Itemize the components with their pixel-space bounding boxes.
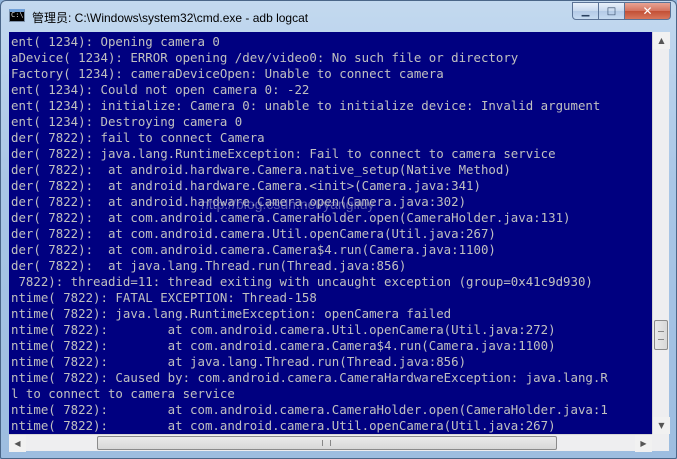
console-line: ntime( 7822): FATAL EXCEPTION: Thread-15…	[11, 290, 317, 305]
scroll-right-button[interactable]: ▶	[635, 435, 652, 452]
console-line: der( 7822): at com.android.camera.Camera…	[11, 242, 496, 257]
console-line: der( 7822): java.lang.RuntimeException: …	[11, 146, 556, 161]
console-line: ntime( 7822): at com.android.camera.Util…	[11, 418, 556, 433]
console-line: ntime( 7822): at com.android.camera.Util…	[11, 322, 556, 337]
console-line: ntime( 7822): at com.android.camera.Came…	[11, 402, 608, 417]
console-line: der( 7822): at com.android.camera.Camera…	[11, 210, 571, 225]
arrow-down-icon: ▼	[658, 421, 665, 430]
cmd-window: 管理员: C:\Windows\system32\cmd.exe - adb l…	[0, 0, 677, 459]
console-line: der( 7822): at java.lang.Thread.run(Thre…	[11, 258, 407, 273]
maximize-icon: □	[606, 5, 617, 17]
horizontal-scroll-thumb[interactable]	[97, 436, 557, 450]
console-line: ent( 1234): Opening camera 0	[11, 34, 220, 49]
scroll-down-button[interactable]: ▼	[653, 417, 670, 434]
arrow-right-icon: ▶	[640, 439, 647, 448]
console-line: ntime( 7822): Caused by: com.android.cam…	[11, 370, 608, 385]
vertical-scroll-thumb[interactable]	[654, 320, 668, 350]
console-line: ntime( 7822): java.lang.RuntimeException…	[11, 306, 452, 321]
maximize-button[interactable]: □	[599, 2, 625, 20]
arrow-left-icon: ◀	[14, 439, 21, 448]
console-line: der( 7822): fail to connect Camera	[11, 130, 265, 145]
scrollbar-corner	[652, 434, 669, 451]
console-line: der( 7822): at android.hardware.Camera.<…	[11, 178, 481, 193]
scroll-left-button[interactable]: ◀	[9, 435, 26, 452]
console-line: l to connect to camera service	[11, 386, 235, 401]
scroll-up-button[interactable]: ▲	[653, 32, 670, 49]
close-icon: ✕	[642, 4, 653, 18]
vertical-scrollbar[interactable]: ▲ ▼	[652, 32, 670, 434]
console-line: 7822): threadid=11: thread exiting with …	[11, 274, 593, 289]
console-line: aDevice( 1234): ERROR opening /dev/video…	[11, 50, 519, 65]
minimize-icon: ▁	[581, 5, 590, 17]
console-line: ntime( 7822): at com.android.camera.Came…	[11, 338, 556, 353]
window-title: 管理员: C:\Windows\system32\cmd.exe - adb l…	[32, 11, 309, 25]
console-line: ent( 1234): Could not open camera 0: -22	[11, 82, 310, 97]
console-output[interactable]: ent( 1234): Opening camera 0 aDevice( 123…	[9, 32, 652, 434]
horizontal-scrollbar[interactable]: ◀ ▶	[9, 434, 652, 452]
close-button[interactable]: ✕	[625, 2, 671, 20]
window-controls: ▁ □ ✕	[572, 2, 671, 20]
console-line: ntime( 7822): at java.lang.Thread.run(Th…	[11, 354, 467, 369]
console-line: Factory( 1234): cameraDeviceOpen: Unable…	[11, 66, 444, 81]
arrow-up-icon: ▲	[658, 36, 665, 45]
minimize-button[interactable]: ▁	[572, 2, 599, 20]
console-line: ent( 1234): initialize: Camera 0: unable…	[11, 98, 601, 113]
console-line: der( 7822): at android.hardware.Camera.o…	[11, 194, 467, 209]
console-line: ent( 1234): Destroying camera 0	[11, 114, 243, 129]
title-bar[interactable]: 管理员: C:\Windows\system32\cmd.exe - adb l…	[1, 1, 676, 31]
console-line: der( 7822): at android.hardware.Camera.n…	[11, 162, 511, 177]
cmd-app-icon[interactable]	[9, 9, 25, 22]
console-line: der( 7822): at com.android.camera.Util.o…	[11, 226, 496, 241]
